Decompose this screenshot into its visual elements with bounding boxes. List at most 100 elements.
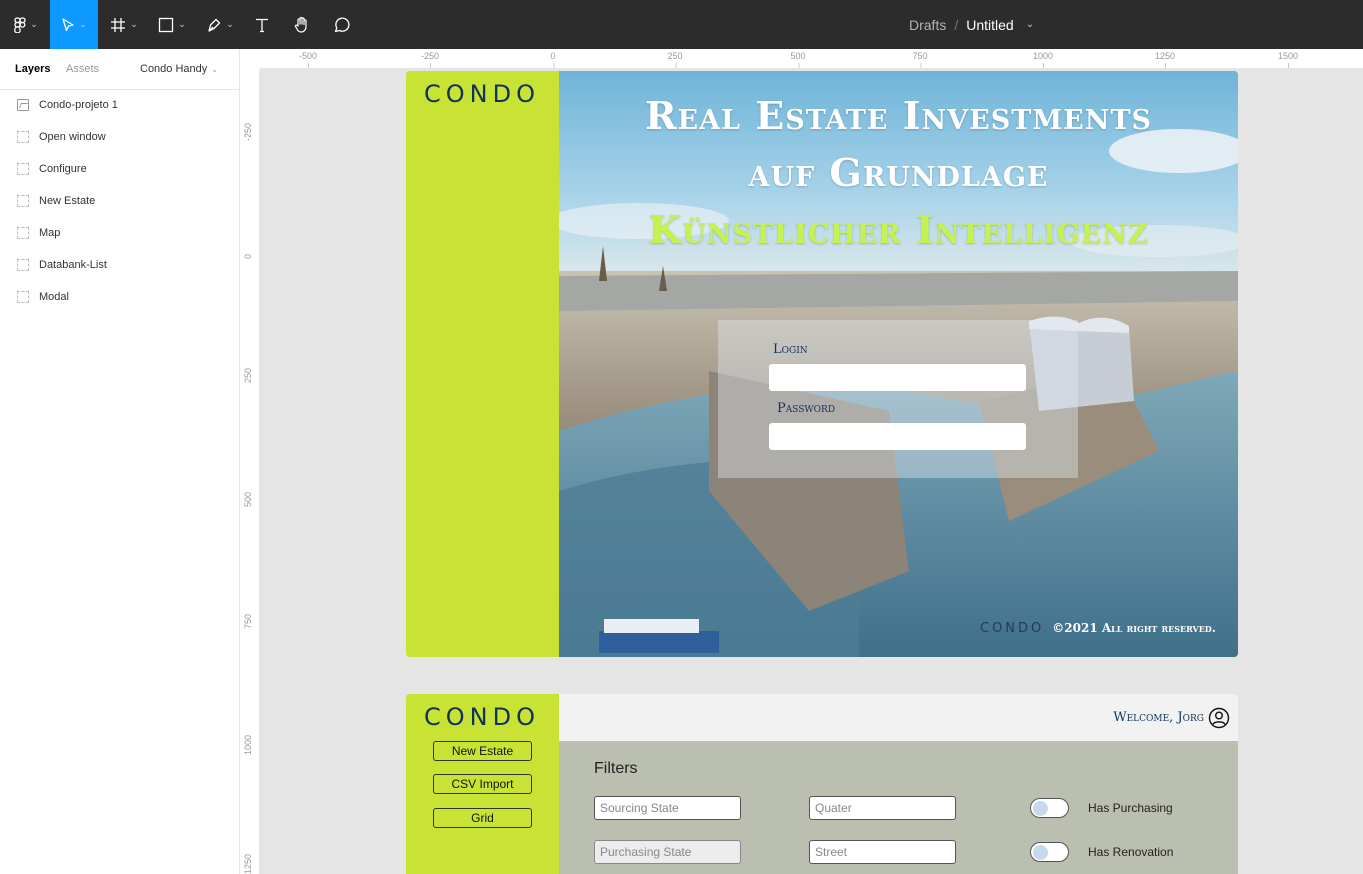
layer-label: Condo-projeto 1 <box>39 99 118 111</box>
footer-logo: CONDO <box>980 621 1045 636</box>
ruler-tick: 750 <box>912 51 928 68</box>
input-placeholder: Street <box>815 845 848 859</box>
login-input[interactable] <box>769 364 1026 391</box>
main-menu-button[interactable]: ⌄ <box>6 0 46 49</box>
ruler-tick: 0 <box>550 51 556 68</box>
copyright: ©2021 All right reserved. <box>1052 621 1216 635</box>
user-icon[interactable] <box>1208 707 1230 729</box>
hand-tool-button[interactable] <box>288 0 316 49</box>
frame-icon <box>17 195 29 207</box>
green-sidebar <box>406 71 559 657</box>
breadcrumb: Drafts / Untitled ⌄ <box>909 0 1034 49</box>
ruler-tick: 1000 <box>1032 51 1054 68</box>
password-input[interactable] <box>769 423 1026 450</box>
cursor-icon <box>62 17 74 31</box>
layer-item[interactable]: Modal <box>0 281 239 313</box>
csv-import-button[interactable]: CSV Import <box>433 774 532 794</box>
footer: CONDO ©2021 All right reserved. <box>980 621 1216 636</box>
page-name: Condo Handy <box>140 63 208 75</box>
has-purchasing-toggle[interactable] <box>1030 798 1069 818</box>
chevron-down-icon: ⌄ <box>178 19 186 29</box>
hand-icon <box>294 16 307 33</box>
ruler-tick: 250 <box>667 51 683 68</box>
has-renovation-label: Has Renovation <box>1088 845 1174 859</box>
layer-label: Modal <box>39 291 69 303</box>
quater-input[interactable]: Quater <box>809 796 956 820</box>
dashboard-frame[interactable]: CONDO New Estate CSV Import Grid Welcome… <box>406 694 1238 874</box>
layer-label: Map <box>39 227 61 239</box>
page-selector[interactable]: Condo Handy ⌄ <box>140 63 218 75</box>
layer-item[interactable]: Open window <box>0 121 239 153</box>
rectangle-icon <box>159 17 174 32</box>
frame-icon <box>17 291 29 303</box>
comment-tool-button[interactable] <box>328 0 356 49</box>
layer-item[interactable]: Map <box>0 217 239 249</box>
sourcing-state-input[interactable]: Sourcing State <box>594 796 741 820</box>
input-placeholder: Quater <box>815 801 852 815</box>
filters-title: Filters <box>594 760 638 777</box>
layer-item[interactable]: Databank-List <box>0 249 239 281</box>
figma-logo-icon <box>14 16 26 33</box>
input-placeholder: Purchasing State <box>600 845 692 859</box>
chevron-down-icon: ⌄ <box>130 19 138 29</box>
text-tool-button[interactable] <box>248 0 276 49</box>
has-renovation-toggle[interactable] <box>1030 842 1069 862</box>
toolbar: ⌄ ⌄ ⌄ ⌄ ⌄ Drafts / Untitled ⌄ <box>0 0 1363 49</box>
welcome-text: Welcome, Jorg <box>1113 710 1204 725</box>
canvas[interactable]: -500 -250 0 250 500 750 1000 1250 1500 -… <box>240 49 1363 874</box>
ruler-tick: -250 <box>420 51 440 68</box>
layer-item[interactable]: Configure <box>0 153 239 185</box>
frame-icon <box>17 259 29 271</box>
condo-logo: CONDO <box>424 703 540 731</box>
chevron-down-icon: ⌄ <box>226 19 234 29</box>
ruler-tick: 0 <box>243 253 253 259</box>
pen-tool-button[interactable]: ⌄ <box>200 0 240 49</box>
chevron-down-icon: ⌄ <box>30 19 38 29</box>
breadcrumb-separator: / <box>954 16 959 33</box>
layer-label: Databank-List <box>39 259 107 271</box>
tab-layers[interactable]: Layers <box>15 63 50 75</box>
grid-button[interactable]: Grid <box>433 808 532 828</box>
street-input[interactable]: Street <box>809 840 956 864</box>
chevron-down-icon[interactable]: ⌄ <box>1026 19 1034 30</box>
chevron-down-icon: ⌄ <box>79 19 87 29</box>
move-tool-button[interactable]: ⌄ <box>50 0 98 49</box>
login-label: Login <box>773 342 808 357</box>
ruler-tick: -250 <box>243 122 253 141</box>
new-estate-button[interactable]: New Estate <box>433 741 532 761</box>
ruler-tick: 1000 <box>243 734 253 755</box>
dashboard-header: Welcome, Jorg <box>559 694 1238 741</box>
ruler-tick: 1500 <box>1277 51 1299 68</box>
horizontal-ruler: -500 -250 0 250 500 750 1000 1250 1500 <box>260 49 1363 69</box>
file-name[interactable]: Untitled <box>966 17 1013 33</box>
frame-icon <box>17 163 29 175</box>
headline-line-3: Künstlicher Intelligenz <box>648 207 1149 252</box>
purchasing-state-input[interactable]: Purchasing State <box>594 840 741 864</box>
image-icon <box>17 99 29 111</box>
login-frame[interactable]: CONDO Real Estate Investments auf Grundl… <box>406 71 1238 657</box>
breadcrumb-drafts[interactable]: Drafts <box>909 17 946 33</box>
tab-assets[interactable]: Assets <box>66 63 99 75</box>
input-placeholder: Sourcing State <box>600 801 679 815</box>
layer-label: Configure <box>39 163 87 175</box>
ruler-tick: 500 <box>243 491 253 507</box>
shape-tool-button[interactable]: ⌄ <box>152 0 192 49</box>
password-label: Password <box>777 401 836 416</box>
ruler-tick: 750 <box>243 613 253 629</box>
layer-label: New Estate <box>39 195 96 207</box>
layers-panel: Layers Assets Condo Handy ⌄ Condo-projeto… <box>0 49 240 874</box>
headline-line-2: auf Grundlage <box>748 150 1049 195</box>
frame-icon <box>111 17 126 32</box>
ruler-tick: 500 <box>790 51 806 68</box>
comment-icon <box>334 17 350 32</box>
ruler-tick: 1250 <box>1154 51 1176 68</box>
headline-line-1: Real Estate Investments <box>644 93 1153 138</box>
layer-item[interactable]: New Estate <box>0 185 239 217</box>
ruler-tick: 250 <box>243 367 253 383</box>
ruler-corner <box>240 49 260 69</box>
frame-icon <box>17 227 29 239</box>
chevron-down-icon: ⌄ <box>211 65 218 74</box>
frame-icon <box>17 131 29 143</box>
layer-item[interactable]: Condo-projeto 1 <box>0 89 239 121</box>
frame-tool-button[interactable]: ⌄ <box>104 0 144 49</box>
